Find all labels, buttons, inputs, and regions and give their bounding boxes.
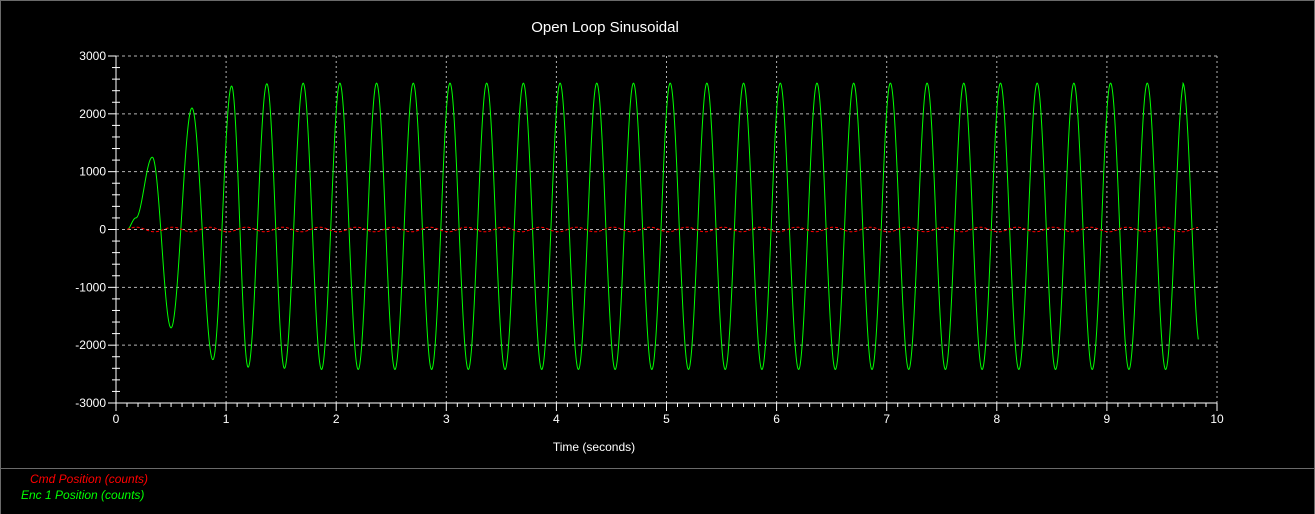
axis-layer: 0 1 2 3 4 5 6 7 8 9 10 -3000 -2000 -1000 0 1000 2000 3000 xyxy=(75,49,1224,426)
x-tick-label: 2 xyxy=(333,412,340,426)
x-tick-label: 8 xyxy=(993,412,1000,426)
chart-title: Open Loop Sinusoidal xyxy=(531,19,679,36)
y-tick-label: 2000 xyxy=(79,107,106,121)
legend: Cmd Position (counts) Enc 1 Position (co… xyxy=(1,468,1314,514)
legend-item-enc1-position: Enc 1 Position (counts) xyxy=(21,488,145,502)
x-tick-label: 6 xyxy=(773,412,780,426)
y-tick-label: 1000 xyxy=(79,165,106,179)
chart-window: Open Loop Sinusoidal 0 1 2 3 4 5 6 7 8 9 10 -3000 -2… xyxy=(0,0,1315,514)
x-axis-label: Time (seconds) xyxy=(553,440,635,454)
y-tick-label: -2000 xyxy=(75,338,106,352)
chart-svg: Open Loop Sinusoidal 0 1 2 3 4 5 6 7 8 9 10 -3000 -2… xyxy=(75,19,1224,454)
series-enc1-position xyxy=(126,81,1199,371)
y-tick-label: -3000 xyxy=(75,396,106,410)
y-tick-label: 0 xyxy=(99,223,106,237)
x-tick-label: 7 xyxy=(883,412,890,426)
y-tick-label: 3000 xyxy=(79,49,106,63)
x-tick-label: 5 xyxy=(663,412,670,426)
x-tick-label: 9 xyxy=(1104,412,1111,426)
series-layer xyxy=(126,81,1199,371)
x-tick-label: 3 xyxy=(443,412,450,426)
y-tick-label: -1000 xyxy=(75,280,106,294)
x-tick-label: 1 xyxy=(223,412,230,426)
x-tick-label: 0 xyxy=(113,412,120,426)
x-tick-label: 4 xyxy=(553,412,560,426)
x-tick-label: 10 xyxy=(1210,412,1224,426)
legend-item-cmd-position: Cmd Position (counts) xyxy=(30,472,149,486)
